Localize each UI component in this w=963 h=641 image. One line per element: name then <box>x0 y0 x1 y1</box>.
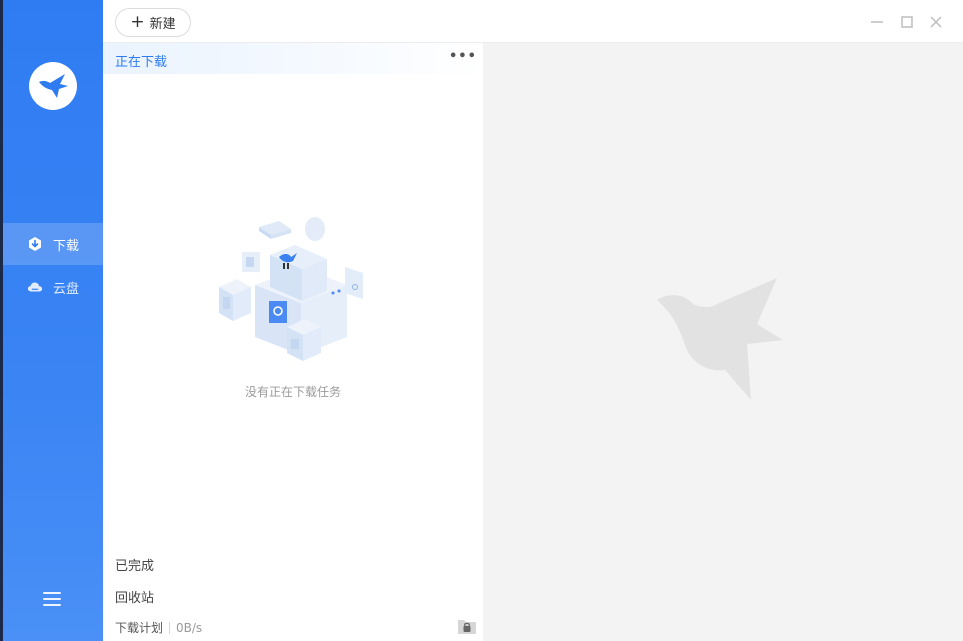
new-task-button[interactable]: + 新建 <box>115 8 191 37</box>
download-icon <box>29 237 41 251</box>
detail-panel <box>483 43 963 641</box>
sidebar: 下载 云盘 <box>3 0 103 641</box>
footer-divider <box>169 621 171 634</box>
tab-downloading[interactable]: 正在下载 <box>115 51 167 70</box>
sidebar-item-label: 云盘 <box>53 281 80 297</box>
completed-link[interactable]: 已完成 <box>115 555 154 574</box>
download-list-panel: 正在下载 ••• 没有正在下载任务 已完成 回收站 下载计划 0B/s <box>103 43 483 641</box>
new-task-label: 新建 <box>149 17 176 32</box>
more-options-icon[interactable]: ••• <box>449 49 477 64</box>
sidebar-item-label: 下载 <box>53 238 80 254</box>
empty-state-illustration <box>219 217 363 361</box>
cloud-icon <box>27 282 43 292</box>
title-bar: + 新建 <box>103 0 963 43</box>
lock-folder-icon[interactable] <box>456 615 478 637</box>
app-window: 下载 云盘 + 新建 正在下载 ••• 没有正在下载任务 已完成 回收站 下载计… <box>0 0 963 641</box>
plus-icon: + <box>130 12 145 32</box>
bird-logo-icon <box>39 74 68 98</box>
hamburger-icon[interactable] <box>43 592 61 608</box>
app-logo <box>29 62 77 110</box>
sidebar-item-download[interactable]: 下载 <box>3 223 103 265</box>
download-schedule-link[interactable]: 下载计划 <box>115 619 163 636</box>
sidebar-item-cloud[interactable]: 云盘 <box>3 266 103 308</box>
recycle-bin-link[interactable]: 回收站 <box>115 587 154 606</box>
panel-header: 正在下载 ••• <box>103 43 483 74</box>
minimize-icon[interactable] <box>869 14 885 30</box>
download-speed: 0B/s <box>176 620 203 635</box>
maximize-icon[interactable] <box>899 14 915 30</box>
empty-state-text: 没有正在下载任务 <box>244 385 341 399</box>
status-footer: 下载计划 0B/s <box>115 619 202 636</box>
close-icon[interactable] <box>928 14 944 30</box>
bird-watermark-icon <box>657 278 783 400</box>
